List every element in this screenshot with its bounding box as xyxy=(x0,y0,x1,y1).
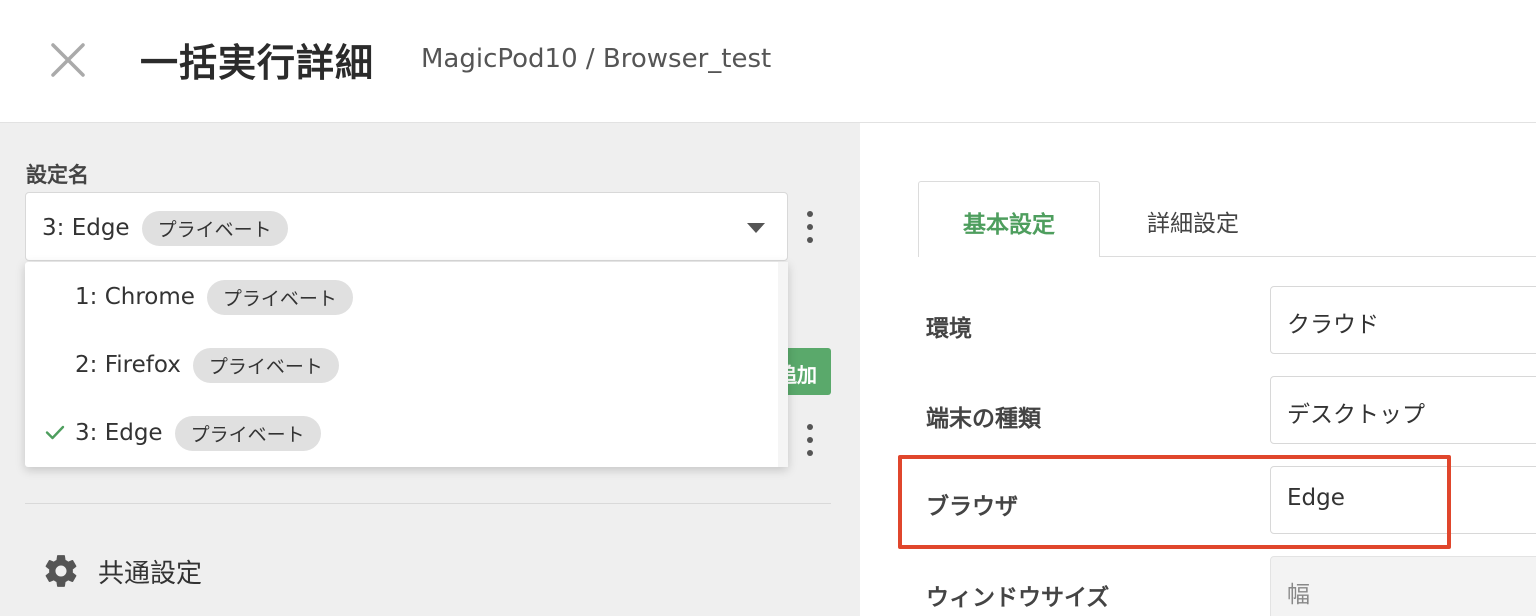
environment-value: クラウド xyxy=(1287,312,1379,338)
environment-label: 環境 xyxy=(926,316,972,342)
more-vert-icon-secondary[interactable] xyxy=(800,420,820,460)
selected-setting-name: 3: Edge xyxy=(42,215,130,241)
device-type-label: 端末の種類 xyxy=(926,406,1041,432)
settings-name-label: 設定名 xyxy=(26,163,89,187)
device-type-value: デスクトップ xyxy=(1287,402,1425,428)
tab-label: 詳細設定 xyxy=(1147,211,1239,237)
device-type-select[interactable]: デスクトップ xyxy=(1270,376,1536,444)
common-settings[interactable]: 共通設定 xyxy=(42,551,202,591)
environment-select[interactable]: クラウド xyxy=(1270,286,1536,354)
dropdown-option-chrome[interactable]: 1: Chrome プライベート xyxy=(25,262,775,330)
header: 一括実行詳細 MagicPod10 / Browser_test xyxy=(0,0,1536,123)
tab-label: 基本設定 xyxy=(963,212,1055,238)
page-title: 一括実行詳細 xyxy=(140,41,375,85)
browser-select[interactable]: Edge xyxy=(1270,466,1536,534)
common-settings-label: 共通設定 xyxy=(98,558,203,589)
tab-basic-settings[interactable]: 基本設定 xyxy=(918,181,1100,257)
option-content: 3: Edge プライベート xyxy=(75,416,321,451)
gear-icon xyxy=(45,555,77,587)
private-badge: プライベート xyxy=(174,416,321,451)
window-size-label: ウィンドウサイズ xyxy=(926,585,1110,611)
check-icon xyxy=(45,425,65,440)
dropdown-option-edge[interactable]: 3: Edge プライベート xyxy=(25,398,775,466)
option-name: 1: Chrome xyxy=(75,284,195,310)
dropdown-scrollbar[interactable] xyxy=(778,262,788,467)
dropdown-option-firefox[interactable]: 2: Firefox プライベート xyxy=(25,330,775,398)
option-content: 1: Chrome プライベート xyxy=(75,280,353,315)
option-name: 2: Firefox xyxy=(75,352,181,378)
close-icon[interactable] xyxy=(44,36,92,84)
private-badge: プライベート xyxy=(141,211,288,246)
tab-advanced-settings[interactable]: 詳細設定 xyxy=(1100,181,1286,257)
more-vert-icon[interactable] xyxy=(800,207,820,247)
divider xyxy=(25,503,831,504)
option-name: 3: Edge xyxy=(75,420,163,446)
browser-value: Edge xyxy=(1287,485,1345,511)
settings-dropdown-menu: 1: Chrome プライベート 2: Firefox プライベート 3: Edge… xyxy=(25,262,788,467)
settings-select[interactable]: 3: Edge プライベート xyxy=(25,192,788,261)
option-content: 2: Firefox プライベート xyxy=(75,348,339,383)
private-badge: プライベート xyxy=(206,280,353,315)
selected-setting: 3: Edge プライベート xyxy=(42,211,288,246)
window-width-input[interactable]: 幅 xyxy=(1270,556,1536,616)
window-width-placeholder: 幅 xyxy=(1287,582,1310,608)
browser-label: ブラウザ xyxy=(926,494,1018,520)
breadcrumb[interactable]: MagicPod10 / Browser_test xyxy=(421,44,771,74)
right-panel: 基本設定 詳細設定 環境 クラウド 端末の種類 デスクトップ ブラウザ Edge… xyxy=(860,123,1536,616)
private-badge: プライベート xyxy=(192,348,339,383)
caret-down-icon[interactable] xyxy=(747,223,765,233)
